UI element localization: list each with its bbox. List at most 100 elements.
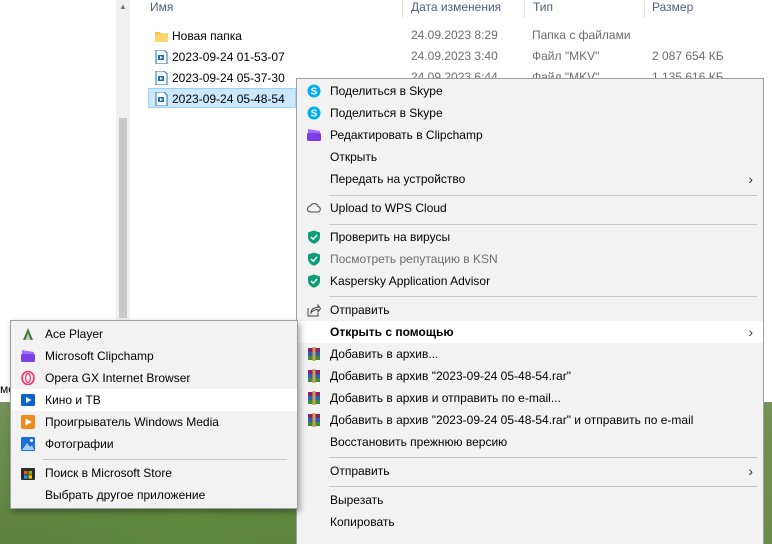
column-header-type[interactable]: Тип xyxy=(525,0,645,18)
skype-icon: S xyxy=(307,84,321,98)
chevron-right-icon: › xyxy=(748,171,753,187)
file-name: 2023-09-24 05-48-54 xyxy=(172,92,285,106)
submenu-item-store-search[interactable]: Поиск в Microsoft Store xyxy=(11,462,297,484)
menu-item-kaspersky-advisor[interactable]: Kaspersky Application Advisor xyxy=(297,270,763,292)
context-menu: S Поделиться в Skype S Поделиться в Skyp… xyxy=(296,78,764,544)
menu-item-scan-viruses[interactable]: Проверить на вирусы xyxy=(297,226,763,248)
skype-icon: S xyxy=(307,106,321,120)
menu-item-label: Отправить xyxy=(330,464,390,478)
kaspersky-shield-icon xyxy=(308,274,320,288)
file-name-cell[interactable]: 2023-09-24 05-37-30 xyxy=(148,67,296,87)
menu-item-label: Открыть xyxy=(330,150,378,164)
menu-item-open-with[interactable]: Открыть с помощью › xyxy=(297,321,763,343)
menu-item-add-archive[interactable]: Добавить в архив... xyxy=(297,343,763,365)
menu-item-add-archive-email[interactable]: Добавить в архив и отправить по e-mail..… xyxy=(297,387,763,409)
menu-item-share-skype[interactable]: S Поделиться в Skype xyxy=(297,80,763,102)
share-icon xyxy=(307,303,321,317)
file-name-cell[interactable]: Новая папка xyxy=(148,25,296,45)
submenu-item-windows-media-player[interactable]: Проигрыватель Windows Media xyxy=(11,411,297,433)
submenu-item-clipchamp[interactable]: Microsoft Clipchamp xyxy=(11,345,297,367)
menu-item-cast-to-device[interactable]: Передать на устройство › xyxy=(297,168,763,190)
menu-separator xyxy=(329,457,757,458)
menu-item-restore-version[interactable]: Восстановить прежнюю версию xyxy=(297,431,763,453)
submenu-item-label: Opera GX Internet Browser xyxy=(45,371,191,385)
menu-item-add-archive-named[interactable]: Добавить в архив "2023-09-24 05-48-54.ra… xyxy=(297,365,763,387)
folder-icon xyxy=(155,32,168,42)
ace-player-icon xyxy=(23,328,33,340)
submenu-item-choose-other[interactable]: Выбрать другое приложение xyxy=(11,484,297,506)
menu-item-open[interactable]: Открыть xyxy=(297,146,763,168)
video-file-icon xyxy=(155,71,168,85)
menu-separator xyxy=(329,296,757,297)
winrar-icon xyxy=(308,369,320,383)
video-file-icon xyxy=(155,50,168,64)
menu-item-share[interactable]: Отправить xyxy=(297,299,763,321)
menu-item-label: Добавить в архив "2023-09-24 05-48-54.ra… xyxy=(330,413,694,427)
svg-text:S: S xyxy=(311,109,318,120)
menu-separator xyxy=(329,224,757,225)
column-header-date[interactable]: Дата изменения xyxy=(403,0,523,18)
menu-item-share-skype[interactable]: S Поделиться в Skype xyxy=(297,102,763,124)
cloud-icon xyxy=(307,203,321,213)
menu-item-label: Добавить в архив... xyxy=(330,347,439,361)
menu-item-upload-wps[interactable]: Upload to WPS Cloud xyxy=(297,197,763,219)
file-name: Новая папка xyxy=(172,29,242,43)
menu-separator xyxy=(329,486,757,487)
menu-item-label: Открыть с помощью xyxy=(330,325,454,339)
file-type: Файл "MKV" xyxy=(532,49,600,63)
menu-item-label: Upload to WPS Cloud xyxy=(330,201,447,215)
clipchamp-icon xyxy=(307,129,321,141)
submenu-item-photos[interactable]: Фотографии xyxy=(11,433,297,455)
clipchamp-icon xyxy=(21,350,35,362)
column-header-name[interactable]: Имя xyxy=(142,0,412,18)
menu-item-label: Добавить в архив и отправить по e-mail..… xyxy=(330,391,561,405)
menu-item-label: Восстановить прежнюю версию xyxy=(330,435,508,449)
menu-item-label: Поделиться в Skype xyxy=(330,106,443,120)
chevron-right-icon: › xyxy=(748,324,753,340)
menu-item-label: Поделиться в Skype xyxy=(330,84,443,98)
submenu-item-label: Кино и ТВ xyxy=(45,393,101,407)
submenu-item-label: Ace Player xyxy=(45,327,104,341)
menu-item-label: Копировать xyxy=(330,515,395,529)
submenu-item-ace-player[interactable]: Ace Player xyxy=(11,323,297,345)
menu-separator xyxy=(43,459,287,460)
menu-item-ksn-reputation[interactable]: Посмотреть репутацию в KSN xyxy=(297,248,763,270)
menu-item-add-archive-named-email[interactable]: Добавить в архив "2023-09-24 05-48-54.ra… xyxy=(297,409,763,431)
column-header-size[interactable]: Размер xyxy=(644,0,764,18)
scrollbar-thumb[interactable] xyxy=(119,118,127,318)
movies-tv-icon xyxy=(21,394,35,406)
submenu-item-label: Проигрыватель Windows Media xyxy=(45,415,219,429)
windows-media-player-icon xyxy=(21,415,35,429)
open-with-submenu: Ace Player Microsoft Clipchamp Opera GX … xyxy=(10,320,298,509)
menu-item-cut[interactable]: Вырезать xyxy=(297,489,763,511)
file-type: Папка с файлами xyxy=(532,28,631,42)
file-name-cell[interactable]: 2023-09-24 01-53-07 xyxy=(148,46,296,66)
file-size: 2 087 654 КБ xyxy=(652,49,724,63)
menu-item-send-to[interactable]: Отправить › xyxy=(297,460,763,482)
menu-separator xyxy=(329,195,757,196)
submenu-item-movies-tv[interactable]: Кино и ТВ xyxy=(11,389,297,411)
menu-item-edit-clipchamp[interactable]: Редактировать в Clipchamp xyxy=(297,124,763,146)
winrar-icon xyxy=(308,391,320,405)
scroll-up-icon[interactable]: ▲ xyxy=(116,0,130,14)
menu-item-label: Передать на устройство xyxy=(330,172,466,186)
winrar-icon xyxy=(308,413,320,427)
kaspersky-shield-icon xyxy=(308,252,320,266)
file-row[interactable]: 2023-09-24 01-53-07 24.09.2023 3:40 Файл… xyxy=(148,46,772,66)
menu-item-label: Редактировать в Clipchamp xyxy=(330,128,483,142)
photos-icon xyxy=(21,437,35,451)
submenu-item-label: Выбрать другое приложение xyxy=(45,488,206,502)
video-file-icon xyxy=(155,92,168,106)
menu-item-copy[interactable]: Копировать xyxy=(297,511,763,533)
submenu-item-label: Поиск в Microsoft Store xyxy=(45,466,172,480)
menu-item-label: Добавить в архив "2023-09-24 05-48-54.ra… xyxy=(330,369,571,383)
submenu-item-label: Фотографии xyxy=(45,437,114,451)
file-row[interactable]: Новая папка 24.09.2023 8:29 Папка с файл… xyxy=(148,25,772,45)
menu-item-label: Посмотреть репутацию в KSN xyxy=(330,252,498,266)
submenu-item-opera-gx[interactable]: Opera GX Internet Browser xyxy=(11,367,297,389)
column-headers: Имя Дата изменения Тип Размер xyxy=(130,0,772,18)
file-name-cell[interactable]: 2023-09-24 05-48-54 xyxy=(148,88,296,108)
file-date: 24.09.2023 3:40 xyxy=(411,49,498,63)
menu-item-label: Отправить xyxy=(330,303,390,317)
menu-item-label: Вырезать xyxy=(330,493,384,507)
